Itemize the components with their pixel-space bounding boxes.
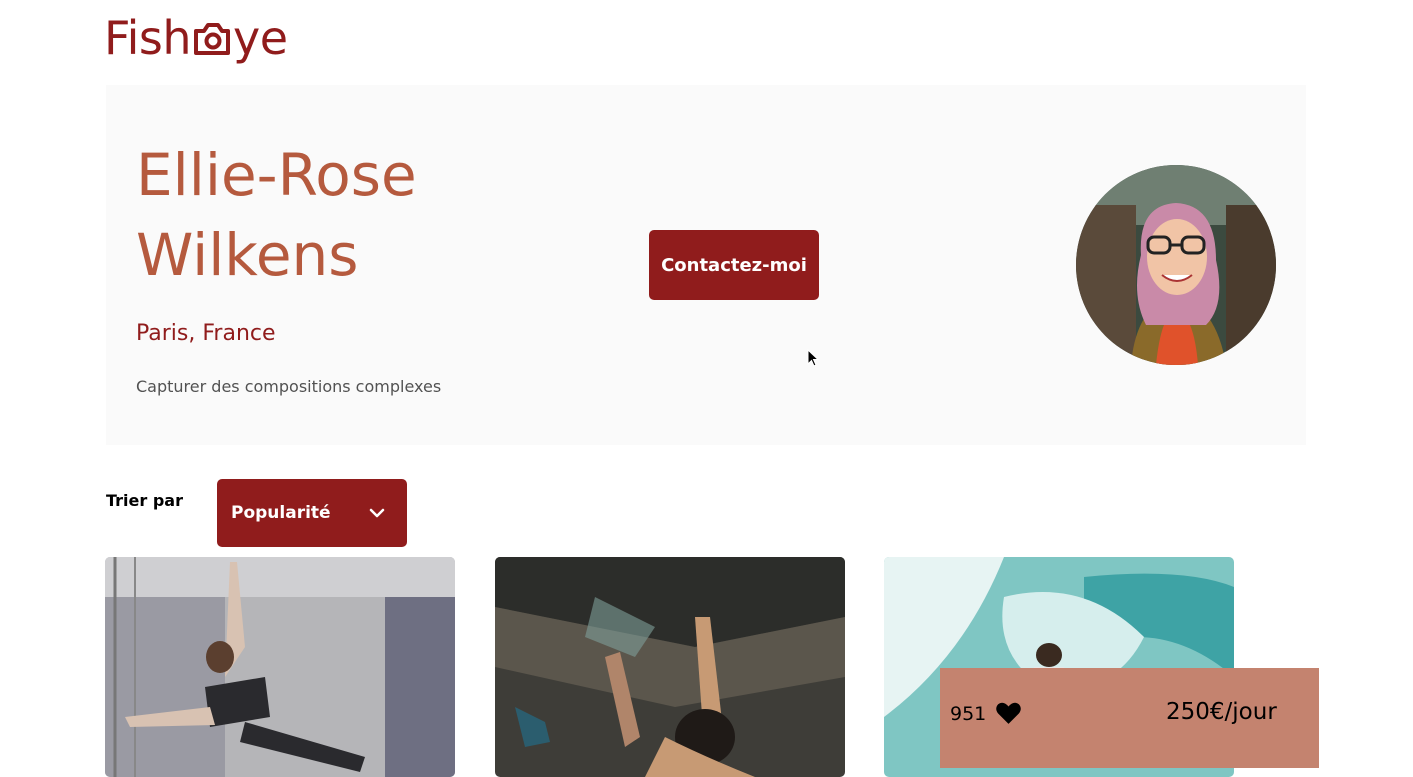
sort-dropdown[interactable]: Popularité [217,479,407,547]
contact-button[interactable]: Contactez-moi [649,230,819,300]
logo-text-end: ye [233,11,288,65]
media-image[interactable] [105,557,455,777]
likes-price-box: 951 250€/jour [940,668,1319,768]
media-card-climbing-gym[interactable] [105,557,455,777]
avatar [1076,165,1276,365]
photographer-header: Ellie-Rose Wilkens Paris, France Capture… [106,85,1306,445]
heart-icon [996,702,1021,724]
likes-count: 951 [950,703,987,725]
logo[interactable]: Fish ye [104,10,288,66]
chevron-down-icon [369,508,385,518]
daily-price: 250€/jour [1166,699,1277,725]
sort-label: Trier par [106,491,183,510]
sort-selected-value: Popularité [231,503,331,523]
mouse-cursor-icon [807,349,819,367]
photographer-location: Paris, France [136,321,276,346]
media-card-bouldering[interactable] [495,557,845,777]
media-image[interactable] [495,557,845,777]
camera-icon [192,19,232,57]
photographer-name: Ellie-Rose Wilkens [136,141,417,289]
logo-text-start: Fish [104,11,192,65]
photographer-tagline: Capturer des compositions complexes [136,377,442,396]
